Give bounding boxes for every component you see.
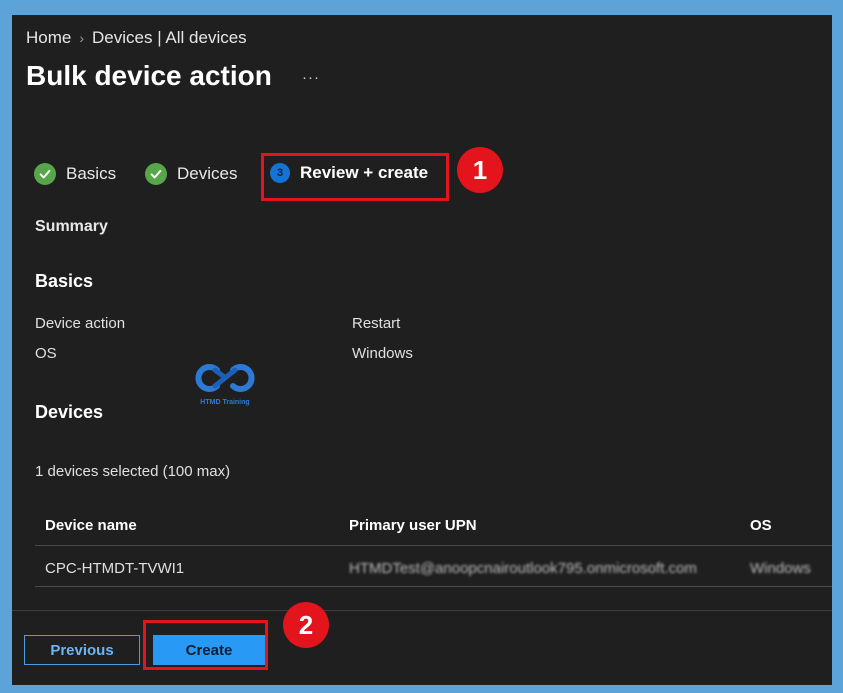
checkmark-icon <box>145 163 167 185</box>
step-label: Devices <box>177 164 238 183</box>
device-name-cell: CPC-HTMDT-TVWI1 <box>45 560 185 577</box>
breadcrumb-home-link[interactable]: Home <box>26 28 71 47</box>
breadcrumb-chevron-icon: › <box>79 30 85 46</box>
column-header-device-name[interactable]: Device name <box>45 517 137 534</box>
watermark-text: HTMD Training <box>200 399 250 406</box>
devices-selected-count: 1 devices selected (100 max) <box>35 463 231 480</box>
highlight-box-step <box>261 153 449 201</box>
table-row-divider <box>35 586 832 587</box>
table-header-divider <box>35 545 832 546</box>
os-cell: Windows <box>750 560 811 577</box>
column-header-primary-user-upn[interactable]: Primary user UPN <box>349 517 477 534</box>
step-devices[interactable]: Devices <box>145 163 237 185</box>
device-action-value: Restart <box>352 315 401 332</box>
device-action-label: Device action <box>35 315 126 332</box>
column-header-os[interactable]: OS <box>750 517 772 534</box>
callout-badge-1: 1 <box>457 147 503 193</box>
highlight-box-create <box>143 620 268 670</box>
page-title: Bulk device action <box>26 60 272 91</box>
primary-user-upn-cell: HTMDTest@anoopcnairoutlook795.onmicrosof… <box>349 560 697 577</box>
breadcrumb: Home › Devices | All devices <box>26 28 247 48</box>
breadcrumb-devices-link[interactable]: Devices | All devices <box>92 28 247 47</box>
htmd-watermark-logo: HTMD Training <box>190 360 260 406</box>
footer-divider <box>12 610 832 611</box>
summary-label: Summary <box>35 218 108 235</box>
step-basics[interactable]: Basics <box>34 163 116 185</box>
basics-heading: Basics <box>35 271 94 291</box>
more-options-icon[interactable]: ··· <box>302 69 320 86</box>
os-label: OS <box>35 345 57 362</box>
htmd-logo-icon <box>195 364 255 392</box>
callout-badge-2: 2 <box>283 602 329 648</box>
step-label: Basics <box>66 164 117 183</box>
bulk-device-action-window: Home › Devices | All devices Bulk device a… <box>12 15 832 685</box>
devices-heading: Devices <box>35 402 104 422</box>
os-value: Windows <box>352 345 413 362</box>
checkmark-icon <box>34 163 56 185</box>
previous-button[interactable]: Previous <box>24 635 140 665</box>
